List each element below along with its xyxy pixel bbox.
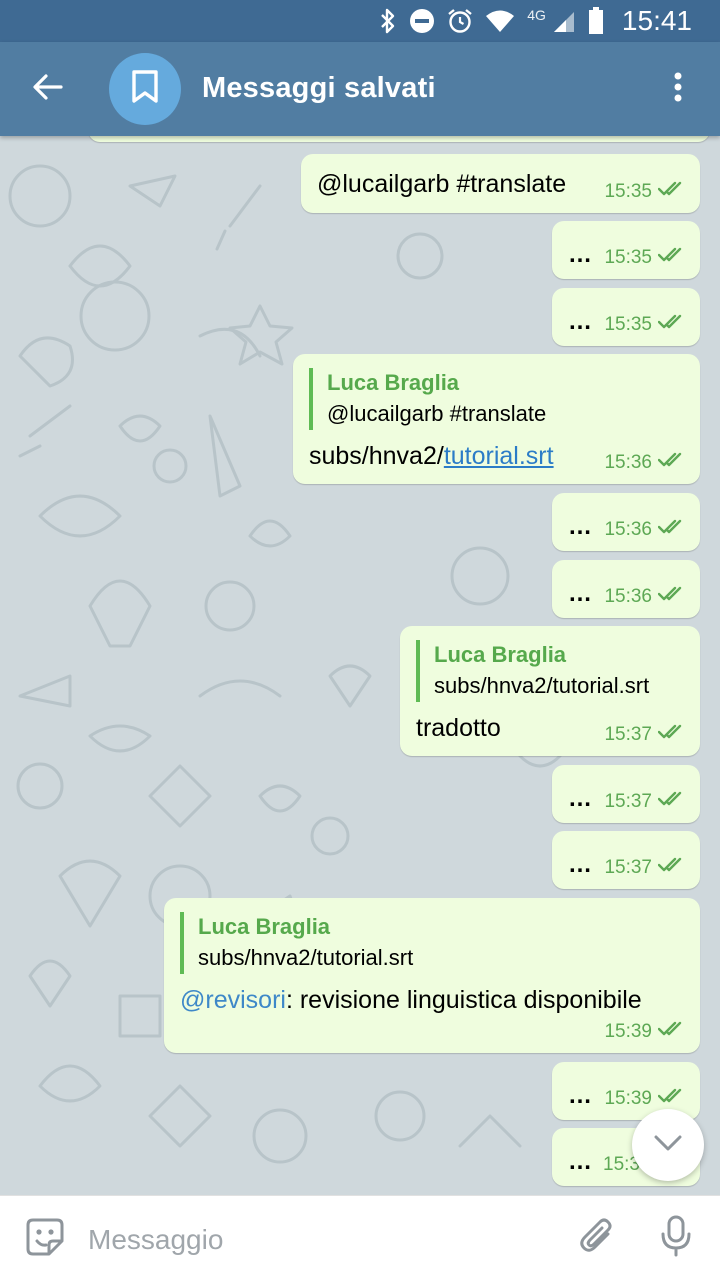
message-bubble-reply[interactable]: Luca Braglia @lucailgarb #translate subs… (293, 354, 700, 484)
double-check-icon (657, 314, 688, 336)
status-bar: 4G 15:41 (0, 0, 720, 42)
message-bubble-reply[interactable]: Luca Braglia subs/hnva2/tutorial.srt tra… (400, 626, 700, 756)
bluetooth-icon (379, 8, 397, 34)
microphone-button[interactable] (652, 1214, 700, 1262)
message-meta: 15:36 (604, 452, 688, 474)
chat-title[interactable]: Messaggi salvati (202, 72, 436, 105)
message-meta: 15:37 (604, 724, 688, 746)
message-text-rest: : revisione linguistica disponibile (285, 986, 642, 1014)
reply-author: Luca Braglia (327, 370, 460, 395)
status-time: 15:41 (621, 5, 692, 36)
message-input[interactable] (88, 1220, 548, 1260)
reply-author: Luca Braglia (198, 914, 331, 939)
message-text: … (568, 513, 593, 540)
message-text: @revisori: revisione linguistica disponi… (180, 986, 642, 1015)
message-meta: 15:35 (604, 314, 688, 336)
message-text[interactable]: @lucailgarb #translate (317, 170, 566, 199)
message-time: 15:35 (604, 181, 652, 202)
double-check-icon (657, 247, 688, 269)
more-options-button[interactable] (658, 67, 698, 111)
network-type: 4G (527, 7, 546, 23)
do-not-disturb-icon (409, 8, 435, 34)
message-time: 15:36 (604, 586, 652, 607)
message-meta: 15:39 (604, 1088, 688, 1110)
message-bubble[interactable]: @lucailgarb #translate 15:35 (301, 154, 700, 213)
message-meta: 15:39 (604, 1021, 688, 1043)
message-time: 15:39 (604, 1021, 652, 1042)
message-text: … (568, 580, 593, 607)
avatar[interactable] (109, 53, 181, 125)
more-vert-icon (674, 72, 682, 107)
message-bubble[interactable]: … 15:36 (552, 493, 700, 551)
double-check-icon (657, 1088, 688, 1110)
microphone-icon (660, 1215, 692, 1262)
message-time: 15:39 (604, 1088, 652, 1109)
message-bubble[interactable]: … 15:37 (552, 831, 700, 889)
scroll-down-button[interactable] (632, 1109, 704, 1181)
message-meta: 15:37 (604, 857, 688, 879)
message-time: 15:37 (604, 724, 652, 745)
reply-preview[interactable]: Luca Braglia subs/hnva2/tutorial.srt (416, 640, 649, 702)
message-text: … (568, 785, 593, 812)
message-time: 15:37 (604, 791, 652, 812)
message-meta: 15:35 (604, 181, 688, 203)
reply-text: @lucailgarb #translate (327, 401, 547, 426)
message-text: … (568, 241, 593, 268)
reply-text: subs/hnva2/tutorial.srt (434, 673, 650, 698)
message-meta: 15:36 (604, 519, 688, 541)
reply-author: Luca Braglia (434, 642, 567, 667)
double-check-icon (657, 181, 688, 203)
back-button[interactable] (24, 65, 72, 113)
chat-header: Messaggi salvati (0, 42, 720, 136)
message-bubble-partial[interactable] (88, 136, 710, 142)
arrow-back-icon (33, 73, 63, 105)
sticker-smile-icon (25, 1217, 65, 1262)
battery-icon (588, 7, 604, 35)
message-bubble[interactable]: … 15:36 (552, 560, 700, 618)
reply-text: subs/hnva2/tutorial.srt (198, 945, 414, 970)
double-check-icon (657, 586, 688, 608)
message-text: subs/hnva2/tutorial.srt (309, 442, 554, 471)
message-text: … (568, 1148, 593, 1175)
message-mention[interactable]: @revisori (180, 986, 286, 1014)
message-text: tradotto (416, 714, 501, 742)
message-text: … (568, 851, 593, 878)
reply-preview[interactable]: Luca Braglia subs/hnva2/tutorial.srt (180, 912, 413, 974)
alarm-icon (447, 8, 473, 34)
message-meta: 15:36 (604, 586, 688, 608)
message-meta: 15:35 (604, 247, 688, 269)
message-bubble[interactable]: … 15:37 (552, 765, 700, 823)
attach-button[interactable] (574, 1214, 622, 1262)
double-check-icon (657, 791, 688, 813)
message-link[interactable]: tutorial.srt (444, 442, 554, 470)
bookmark-icon (131, 69, 159, 109)
double-check-icon (657, 724, 688, 746)
message-bubble-reply[interactable]: Luca Braglia subs/hnva2/tutorial.srt @re… (164, 898, 700, 1053)
paperclip-icon (578, 1216, 618, 1261)
reply-preview[interactable]: Luca Braglia @lucailgarb #translate (309, 368, 546, 430)
message-bubble[interactable]: … 15:35 (552, 221, 700, 279)
message-text: … (568, 308, 593, 335)
message-time: 15:35 (604, 247, 652, 268)
message-list[interactable]: @lucailgarb #translate 15:35 … 15:35 … 1… (0, 136, 720, 1195)
message-input-bar (0, 1195, 720, 1281)
message-time: 15:37 (604, 857, 652, 878)
double-check-icon (657, 857, 688, 879)
chevron-down-icon (653, 1134, 683, 1157)
double-check-icon (657, 519, 688, 541)
wifi-icon (485, 9, 515, 33)
double-check-icon (657, 452, 688, 474)
message-text: … (568, 1082, 593, 1109)
double-check-icon (657, 1021, 688, 1043)
message-time: 15:36 (604, 452, 652, 473)
message-time: 15:35 (604, 314, 652, 335)
message-bubble[interactable]: … 15:35 (552, 288, 700, 346)
emoji-button[interactable] (22, 1216, 68, 1262)
signal-icon (552, 9, 576, 33)
message-meta: 15:37 (604, 791, 688, 813)
message-text-prefix: subs/hnva2/ (309, 442, 444, 470)
message-time: 15:36 (604, 519, 652, 540)
